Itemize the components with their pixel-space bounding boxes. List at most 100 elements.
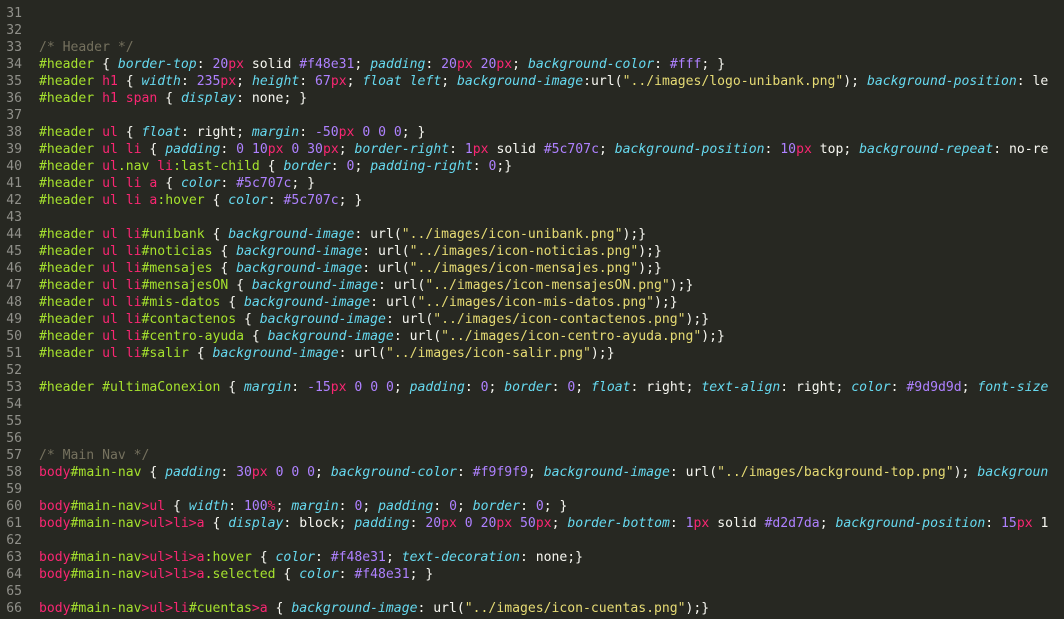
code-line[interactable]: 53 #header #ultimaConexion { margin: -15p… — [0, 379, 1064, 396]
code-token: display — [180, 91, 237, 106]
code-token: background-image — [228, 227, 355, 242]
code-token: font-size — [977, 380, 1049, 395]
code-token: : url( — [338, 346, 386, 361]
code-line[interactable]: 48 #header ul li#mis-datos { background-i… — [0, 294, 1064, 311]
code-token: >ul>li>a — [141, 550, 205, 565]
code-token: px — [496, 57, 513, 72]
code-token: #header — [39, 176, 95, 191]
code-line[interactable]: 54 — [0, 396, 1064, 413]
code-line[interactable]: 44 #header ul li#unibank { background-ima… — [0, 226, 1064, 243]
code-token: : — [433, 499, 450, 514]
line-text — [22, 5, 39, 22]
code-line[interactable]: 33 /* Header */ — [0, 39, 1064, 56]
code-token: : — [314, 550, 331, 565]
line-number: 54 — [6, 397, 22, 412]
code-token: : — [299, 125, 315, 140]
code-token: background-image — [259, 312, 386, 327]
code-line[interactable]: 55 — [0, 413, 1064, 430]
code-line[interactable]: 58 body#main-nav { padding: 30px 0 0 0; b… — [0, 464, 1064, 481]
code-line[interactable]: 35 #header h1 { width: 235px; height: 67p… — [0, 73, 1064, 90]
code-token: ; — [338, 142, 355, 157]
code-token: solid — [244, 57, 300, 72]
line-number: 47 — [6, 278, 22, 293]
code-line[interactable]: 66 body#main-nav>ul>li#cuentas>a { backgr… — [0, 600, 1064, 617]
code-line[interactable]: 39 #header ul li { padding: 0 10px 0 30px… — [0, 141, 1064, 158]
code-token: background-repeat — [859, 142, 994, 157]
code-line[interactable]: 59 — [0, 481, 1064, 498]
code-token: ; — [385, 550, 402, 565]
code-token: #header — [39, 295, 95, 310]
code-line[interactable]: 47 #header ul li#mensajesON { background-… — [0, 277, 1064, 294]
line-number: 52 — [6, 363, 22, 378]
line-text: body#main-nav>ul>li>a.selected { color: … — [22, 566, 433, 583]
code-token: : — [425, 57, 442, 72]
line-number: 42 — [6, 193, 22, 208]
code-token: #5c707c — [283, 193, 339, 208]
code-line[interactable]: 37 — [0, 107, 1064, 124]
code-line[interactable]: 63 body#main-nav>ul>li>a:hover { color: #… — [0, 549, 1064, 566]
line-text: #header ul li#mensajes { background-imag… — [22, 260, 662, 277]
code-token: 20 — [425, 516, 442, 531]
code-line[interactable]: 42 #header ul li a:hover { color: #5c707c… — [0, 192, 1064, 209]
code-token: { — [157, 91, 181, 106]
code-line[interactable]: 51 #header ul li#salir { background-image… — [0, 345, 1064, 362]
code-token: #centro-ayuda — [141, 329, 245, 344]
code-token: #header — [39, 125, 95, 140]
code-token: ; } — [401, 125, 426, 140]
code-line[interactable]: 65 — [0, 583, 1064, 600]
code-token: >ul>li — [141, 601, 189, 616]
line-number: 64 — [6, 567, 22, 582]
code-line[interactable]: 31 — [0, 5, 1064, 22]
code-line[interactable]: 64 body#main-nav>ul>li>a.selected { color… — [0, 566, 1064, 583]
code-line[interactable]: 61 body#main-nav>ul>li>a { display: block… — [0, 515, 1064, 532]
code-line[interactable]: 60 body#main-nav>ul { width: 100%; margin… — [0, 498, 1064, 515]
code-token: 235 — [196, 74, 221, 89]
code-token: padding — [354, 516, 410, 531]
code-line[interactable]: 52 — [0, 362, 1064, 379]
code-token: h1 — [102, 91, 118, 106]
code-token: 1 — [1032, 516, 1049, 531]
code-line[interactable]: 45 #header ul li#noticias { background-im… — [0, 243, 1064, 260]
line-text — [22, 396, 39, 413]
code-token: 10 — [251, 142, 268, 157]
code-line[interactable]: 50 #header ul li#centro-ayuda { backgroun… — [0, 328, 1064, 345]
code-token: #main-nav — [70, 465, 142, 480]
line-number: 41 — [6, 176, 22, 191]
code-token: background-image — [457, 74, 584, 89]
code-editor[interactable]: 31 32 33/* Header */34 #header { border-top… — [0, 0, 1064, 619]
code-token: background-image — [543, 465, 670, 480]
code-token: #f48e31 — [299, 57, 355, 72]
code-line[interactable]: 32 — [0, 22, 1064, 39]
code-area[interactable]: 31 32 33/* Header */34 #header { border-top… — [0, 5, 1064, 617]
code-token: ; — [527, 465, 544, 480]
code-line[interactable]: 49 #header ul li#contactenos { background… — [0, 311, 1064, 328]
code-line[interactable]: 57 /* Main Nav */ — [0, 447, 1064, 464]
code-token: px — [693, 516, 710, 531]
code-line[interactable]: 34 #header { border-top: 20px solid #f48e… — [0, 56, 1064, 73]
code-line[interactable]: 62 — [0, 532, 1064, 549]
code-line[interactable]: 43 — [0, 209, 1064, 226]
code-token: : — [985, 516, 1002, 531]
code-line[interactable]: 36 #header h1 span { display: none; } — [0, 90, 1064, 107]
line-number: 57 — [6, 448, 22, 463]
code-line[interactable]: 56 — [0, 430, 1064, 447]
code-token: #header — [39, 244, 95, 259]
code-line[interactable]: 46 #header ul li#mensajes { background-im… — [0, 260, 1064, 277]
line-text — [22, 209, 39, 226]
code-token: 20 — [212, 57, 229, 72]
code-line[interactable]: 38 #header ul { float: right; margin: -50… — [0, 124, 1064, 141]
code-token: ; — [315, 465, 331, 480]
line-text: #header ul.nav li:last-child { border: 0… — [22, 158, 512, 175]
code-token: top; — [811, 142, 860, 157]
code-token: px — [496, 516, 513, 531]
code-line[interactable]: 41 #header ul li a { color: #5c707c; } — [0, 175, 1064, 192]
code-token: 0 — [464, 516, 473, 531]
code-token: px — [322, 142, 339, 157]
code-token: { — [251, 550, 276, 565]
code-line[interactable]: 40 #header ul.nav li:last-child { border:… — [0, 158, 1064, 175]
code-token: "../images/icon-contactenos.png" — [433, 312, 686, 327]
code-token: "../images/background-top.png" — [717, 465, 954, 480]
